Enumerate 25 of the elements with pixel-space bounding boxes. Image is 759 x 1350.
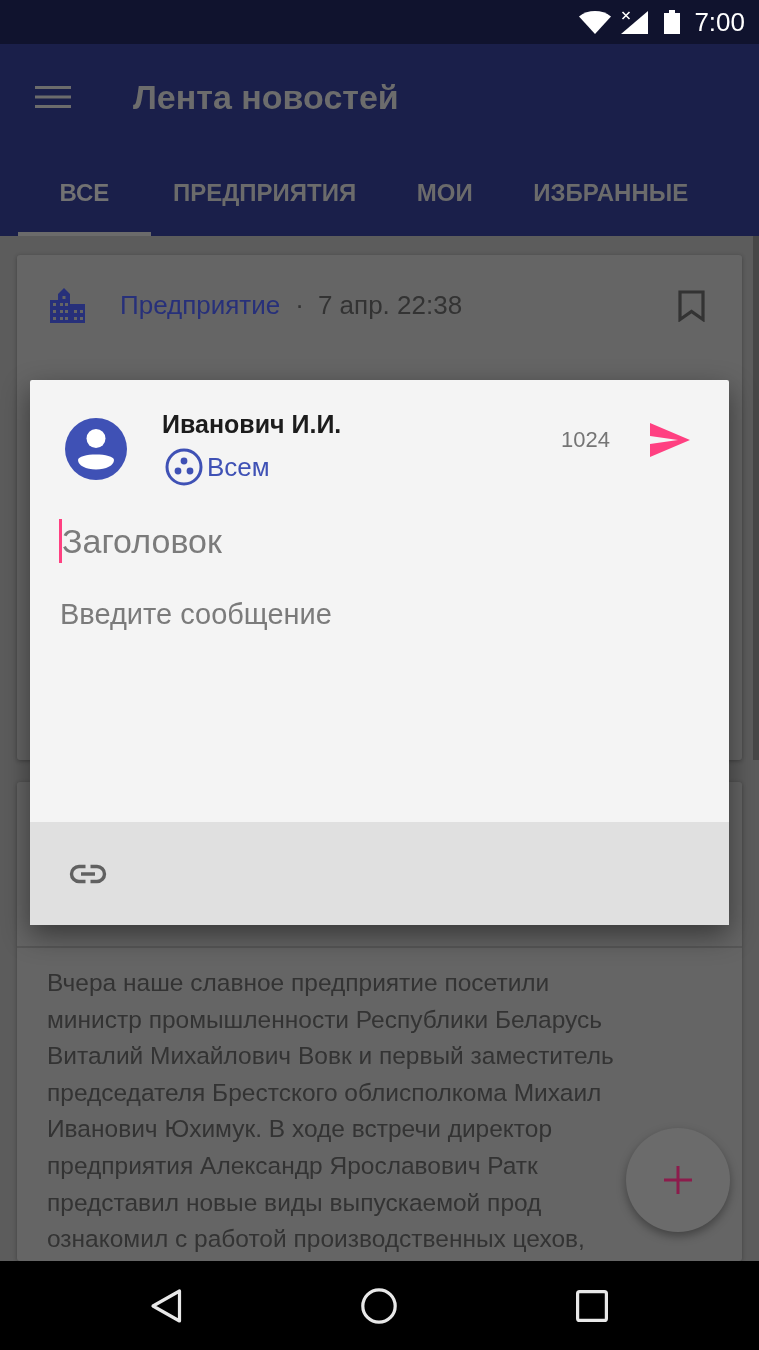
wifi-icon xyxy=(579,10,612,34)
recents-icon[interactable] xyxy=(575,1289,608,1322)
plus-icon xyxy=(664,1166,692,1194)
signal-icon xyxy=(621,10,649,34)
link-icon[interactable] xyxy=(69,863,107,884)
tab[interactable]: ИЗБРАННЫЕ xyxy=(511,150,711,236)
author-name: Иванович И.И. xyxy=(162,410,342,438)
dots-circle-icon xyxy=(165,448,203,486)
back-icon[interactable] xyxy=(149,1287,182,1324)
tab[interactable]: МОИ xyxy=(378,150,512,236)
title-field[interactable]: Заголовок xyxy=(59,519,700,563)
home-icon[interactable] xyxy=(360,1287,397,1324)
building-icon xyxy=(50,288,85,323)
send-icon[interactable] xyxy=(650,423,690,457)
separator-dot: · xyxy=(295,290,304,321)
battery-icon xyxy=(664,10,681,34)
avatar-icon xyxy=(65,418,127,480)
tab[interactable]: ПРЕДПРИЯТИЯ xyxy=(151,150,379,236)
menu-icon[interactable] xyxy=(35,86,71,108)
audience-button[interactable]: Всем xyxy=(165,448,342,486)
message-field[interactable]: Введите сообщение xyxy=(60,596,700,802)
character-counter: 1024 xyxy=(561,428,610,452)
app-title: Лента новостей xyxy=(133,77,399,117)
category-link[interactable]: Предприятие xyxy=(120,290,281,321)
status-time: 7:00 xyxy=(694,7,745,37)
